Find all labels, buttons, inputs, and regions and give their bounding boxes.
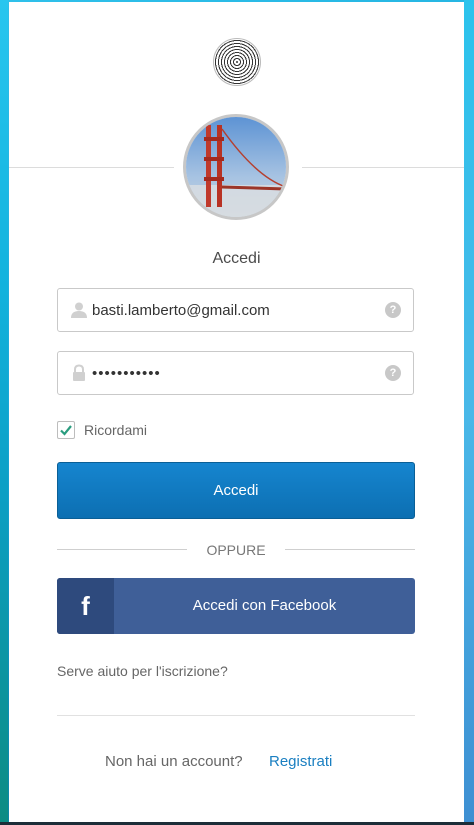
- user-avatar: [183, 114, 289, 220]
- header-divider-left: [9, 167, 174, 168]
- background-left-edge: [0, 0, 8, 825]
- signup-help-link[interactable]: Serve aiuto per l'iscrizione?: [57, 663, 228, 679]
- facebook-icon: f: [81, 591, 90, 621]
- username-field[interactable]: ?: [57, 288, 414, 332]
- password-input[interactable]: [92, 352, 372, 394]
- or-separator: OPPURE: [57, 540, 415, 560]
- user-icon: [70, 301, 88, 319]
- login-panel: Accedi ? ? Ricordami Accedi: [9, 2, 464, 822]
- no-account-text: Non hai un account?: [105, 753, 243, 770]
- username-input[interactable]: [92, 289, 372, 331]
- facebook-login-button[interactable]: f Accedi con Facebook: [57, 578, 415, 634]
- checkmark-icon: [60, 425, 72, 436]
- or-text: OPPURE: [206, 542, 266, 558]
- org-logo: [213, 38, 261, 86]
- remember-checkbox[interactable]: [57, 421, 75, 439]
- remember-label: Ricordami: [84, 422, 148, 438]
- footer-divider: [57, 715, 415, 716]
- register-link[interactable]: Registrati: [269, 753, 332, 770]
- facebook-login-label: Accedi con Facebook: [192, 597, 337, 614]
- password-field[interactable]: ?: [57, 351, 414, 395]
- page-title: Accedi: [212, 250, 261, 267]
- lock-icon: [70, 364, 88, 382]
- header-divider-right: [302, 167, 464, 168]
- sign-in-button[interactable]: Accedi: [57, 462, 415, 519]
- password-help-icon[interactable]: ?: [385, 365, 401, 381]
- background-right-edge: [464, 0, 474, 825]
- username-help-icon[interactable]: ?: [385, 302, 401, 318]
